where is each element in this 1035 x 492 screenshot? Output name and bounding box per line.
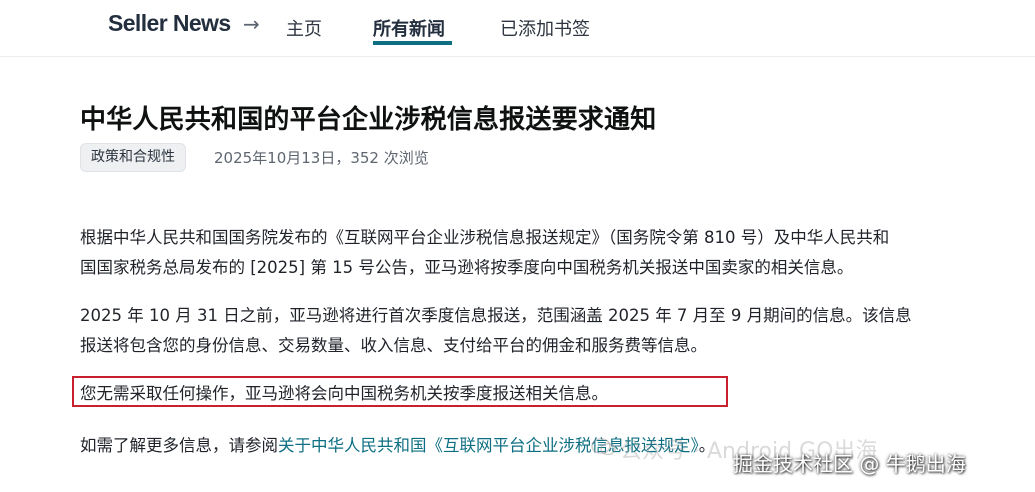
nav-all-news[interactable]: 所有新闻 [373,15,445,41]
paragraph-1-line-1: 根据中华人民共和国国务院发布的《互联网平台企业涉税信息报送规定》（国务院令第 8… [80,228,890,247]
arrow-right-icon: → [243,12,260,36]
paragraph-2-line-1: 2025 年 10 月 31 日之前，亚马逊将进行首次季度信息报送，范围涵盖 2… [80,306,912,325]
wechat-icon [591,438,616,456]
paragraph-2-line-2: 报送将包含您的身份信息、交易数量、收入信息、支付给平台的佣金和服务费等信息。 [80,336,707,355]
paragraph-1-line-2: 国国家税务总局发布的 [2025] 第 15 号公告，亚马逊将按季度向中国税务机… [80,258,854,277]
nav-home[interactable]: 主页 [286,15,322,41]
brand-logo[interactable]: Seller News [108,10,231,37]
paragraph-4-text: 如需了解更多信息，请参阅 [80,436,278,455]
top-navigation: Seller News → 主页 所有新闻 已添加书签 [0,0,1035,57]
category-tag[interactable]: 政策和合规性 [80,143,186,172]
active-tab-underline [373,41,452,45]
article-meta: 2025年10月13日，352 次浏览 [214,149,429,167]
source-credit: 掘金技术社区 @ 牛鹅出海 [733,452,966,476]
article-title: 中华人民共和国的平台企业涉税信息报送要求通知 [80,105,657,135]
highlighted-paragraph: 您无需采取任何操作，亚马逊将会向中国税务机关按季度报送相关信息。 [80,384,608,403]
nav-bookmarks[interactable]: 已添加书签 [500,15,590,41]
